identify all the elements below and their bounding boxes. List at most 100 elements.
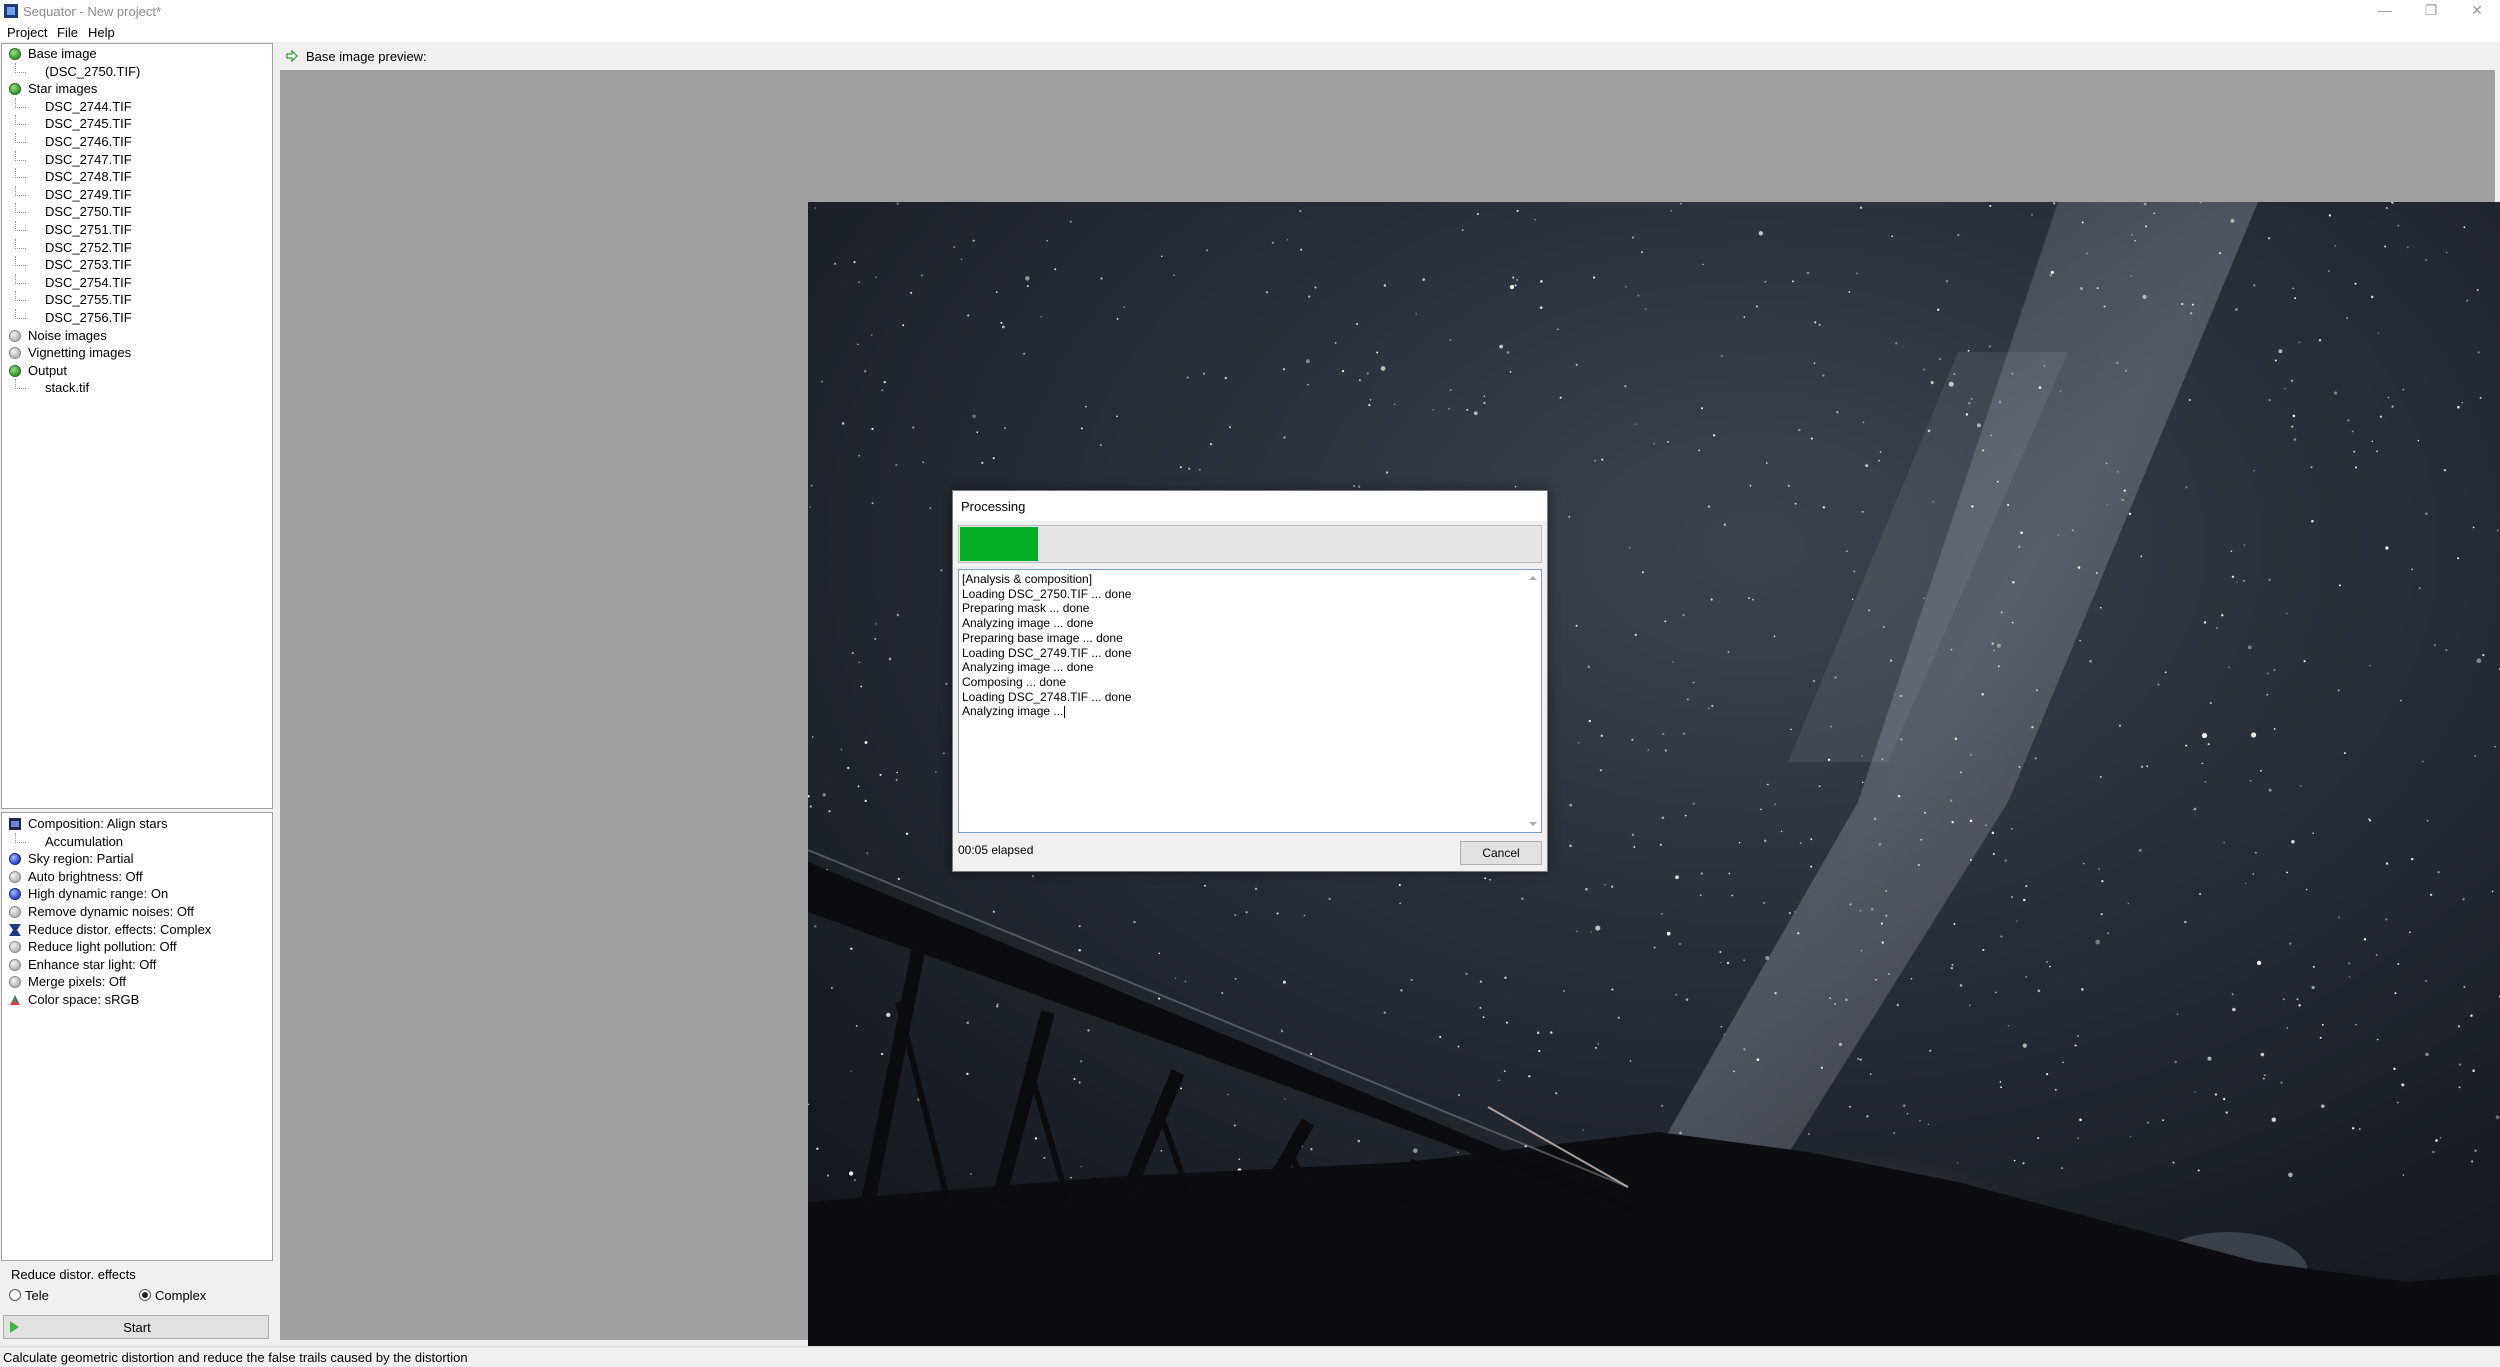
processing-dialog: Processing [Analysis & composition] Loadi… — [952, 490, 1548, 872]
tree-child-item[interactable]: DSC_2756.TIF — [2, 309, 270, 326]
tree-item-label: Reduce distor. effects: Complex — [28, 921, 212, 937]
tree-item[interactable]: Composition: Align stars — [2, 815, 270, 832]
tree-connector — [15, 273, 26, 284]
tree-child-item[interactable]: Accumulation — [2, 832, 270, 850]
tree-item-label: DSC_2755.TIF — [45, 292, 132, 308]
tree-child-item[interactable]: DSC_2749.TIF — [2, 185, 270, 203]
project-tree-panel: Base image (DSC_2750.TIF) Star images DSC_2… — [1, 43, 273, 809]
tree-child-item[interactable]: DSC_2752.TIF — [2, 238, 270, 256]
distortion-icon — [9, 923, 21, 936]
tree-connector — [15, 97, 26, 108]
radio-tele[interactable] — [9, 1289, 21, 1301]
tree-child-item[interactable]: DSC_2751.TIF — [2, 221, 270, 238]
start-label: Start — [123, 1320, 151, 1335]
tree-child-item[interactable]: DSC_2746.TIF — [2, 133, 270, 150]
tree-child-item[interactable]: DSC_2754.TIF — [2, 273, 270, 291]
tree-item[interactable]: Vignetting images — [2, 344, 270, 361]
tree-child-item[interactable]: DSC_2753.TIF — [2, 256, 270, 273]
scroll-down-icon[interactable] — [1529, 822, 1537, 826]
option-on-icon — [9, 853, 21, 866]
tree-connector — [15, 309, 26, 319]
option-off-icon — [9, 941, 21, 954]
tree-child-item[interactable]: DSC_2747.TIF — [2, 150, 270, 168]
tree-item-label: DSC_2756.TIF — [45, 310, 132, 325]
menu-help[interactable]: Help — [88, 25, 115, 40]
tree-connector — [15, 150, 26, 161]
status-ok-icon — [9, 83, 21, 96]
option-off-icon — [9, 329, 21, 342]
minimize-button[interactable]: — — [2362, 0, 2408, 22]
menu-project[interactable]: Project — [7, 25, 47, 40]
tree-connector — [15, 168, 26, 179]
tree-item-label: DSC_2750.TIF — [45, 204, 132, 220]
log-line: Loading DSC_2749.TIF ... done — [962, 645, 1132, 660]
tree-item[interactable]: High dynamic range: On — [2, 885, 270, 902]
tree-item-label: DSC_2754.TIF — [45, 274, 132, 290]
tree-item[interactable]: Output — [2, 362, 270, 379]
dialog-title-bar: Processing — [953, 491, 1547, 521]
tree-item-label: Accumulation — [45, 833, 124, 849]
radio-complex[interactable] — [139, 1289, 151, 1301]
tree-connector — [15, 379, 26, 390]
tree-child-item[interactable]: DSC_2750.TIF — [2, 203, 270, 220]
start-button[interactable]: Start — [3, 1315, 269, 1339]
tree-connector — [15, 185, 26, 196]
tree-connector — [15, 221, 26, 231]
progress-bar — [958, 525, 1542, 563]
tree-item[interactable]: Star images — [2, 80, 270, 97]
log-scrollbar[interactable] — [1525, 570, 1541, 832]
tree-item-label: Vignetting images — [28, 345, 132, 361]
restore-button[interactable]: ❐ — [2408, 0, 2454, 22]
close-button[interactable]: ✕ — [2454, 0, 2500, 22]
tree-item-label: Noise images — [28, 327, 107, 343]
tree-item-label: Auto brightness: Off — [28, 868, 143, 884]
option-off-icon — [9, 958, 21, 971]
tree-child-item[interactable]: DSC_2745.TIF — [2, 115, 270, 132]
menu-file[interactable]: File — [57, 25, 78, 40]
radio-complex-label[interactable]: Complex — [155, 1288, 206, 1303]
text-caret — [1064, 706, 1066, 719]
option-off-icon — [9, 976, 21, 989]
tree-item[interactable]: Enhance star light: Off — [2, 956, 270, 973]
tree-item-label: Sky region: Partial — [28, 851, 134, 867]
option-off-icon — [9, 870, 21, 883]
tree-item[interactable]: Reduce light pollution: Off — [2, 938, 270, 955]
tree-item[interactable]: Base image — [2, 45, 270, 62]
tree-item-label: Remove dynamic noises: Off — [28, 904, 194, 919]
tree-connector — [15, 256, 26, 267]
cancel-button[interactable]: Cancel — [1460, 841, 1542, 865]
radio-tele-label[interactable]: Tele — [25, 1288, 49, 1303]
composition-icon — [9, 818, 21, 830]
tree-item-label: DSC_2745.TIF — [45, 116, 132, 132]
tree-connector — [15, 238, 26, 249]
tree-item-label: Star images — [28, 81, 98, 97]
tree-child-item[interactable]: stack.tif — [2, 379, 270, 396]
tree-connector — [15, 115, 26, 126]
tree-item-label: Enhance star light: Off — [28, 956, 157, 972]
tree-child-item[interactable]: DSC_2755.TIF — [2, 291, 270, 308]
elapsed-time: 00:05 elapsed — [958, 843, 1034, 857]
tree-item[interactable]: Remove dynamic noises: Off — [2, 903, 270, 920]
log-output[interactable]: [Analysis & composition] Loading DSC_2750… — [958, 569, 1542, 833]
tree-item[interactable]: Noise images — [2, 327, 270, 344]
tree-item-label: Output — [28, 362, 68, 378]
tree-child-item[interactable]: DSC_2748.TIF — [2, 168, 270, 185]
tree-child-item[interactable]: DSC_2744.TIF — [2, 97, 270, 115]
tree-item[interactable]: Auto brightness: Off — [2, 868, 270, 885]
option-on-icon — [9, 888, 21, 901]
tree-item-label: (DSC_2750.TIF) — [45, 63, 141, 79]
tree-item[interactable]: Reduce distor. effects: Complex — [2, 921, 270, 938]
tree-item[interactable]: Sky region: Partial — [2, 850, 270, 867]
log-line: Loading DSC_2750.TIF ... done — [962, 586, 1132, 601]
tree-item-label: DSC_2752.TIF — [45, 239, 132, 255]
tree-item-label: Composition: Align stars — [28, 816, 168, 831]
tree-item[interactable]: Merge pixels: Off — [2, 973, 270, 990]
tree-child-item[interactable]: (DSC_2750.TIF) — [2, 62, 270, 80]
tree-connector — [15, 203, 26, 214]
scroll-up-icon[interactable] — [1529, 576, 1537, 580]
tree-item[interactable]: Color space: sRGB — [2, 991, 270, 1008]
log-line: [Analysis & composition] — [962, 572, 1093, 586]
progress-fill — [960, 527, 1038, 561]
tree-item-label: DSC_2744.TIF — [45, 98, 132, 114]
preview-header-label: Base image preview: — [306, 49, 427, 64]
